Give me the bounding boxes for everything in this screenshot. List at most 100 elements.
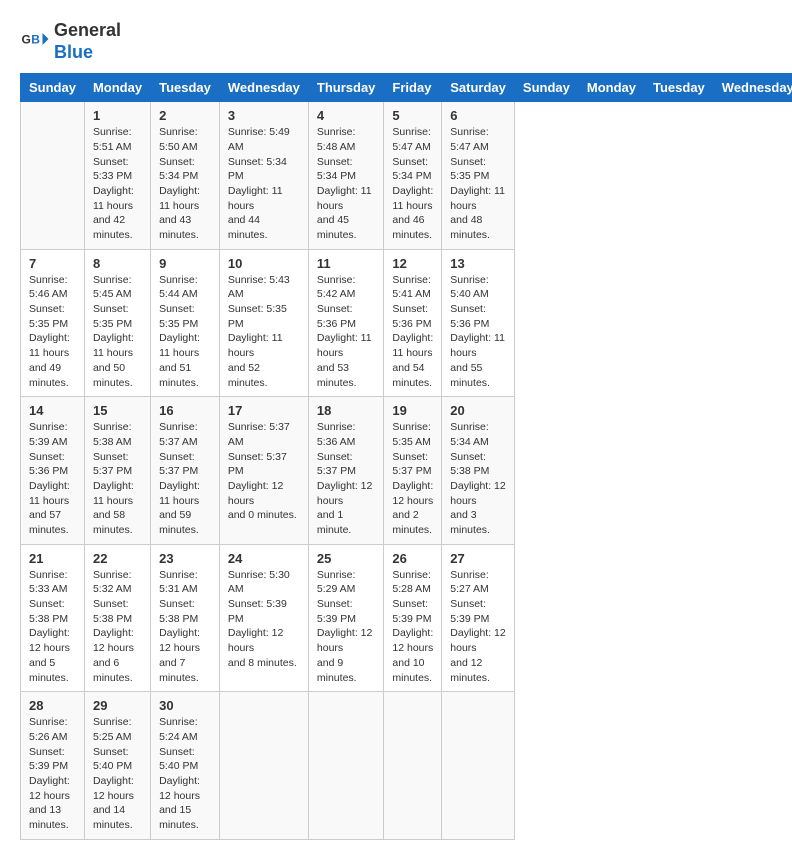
calendar-cell: 7 Sunrise: 5:46 AMSunset: 5:35 PMDaylight… bbox=[21, 249, 85, 397]
day-number: 30 bbox=[159, 698, 211, 713]
day-number: 27 bbox=[450, 551, 506, 566]
calendar-cell: 2 Sunrise: 5:50 AMSunset: 5:34 PMDaylight… bbox=[151, 102, 220, 250]
calendar-header-row: SundayMondayTuesdayWednesdayThursdayFrid… bbox=[21, 74, 792, 102]
logo-icon: G B bbox=[20, 27, 50, 57]
calendar-cell: 23 Sunrise: 5:31 AMSunset: 5:38 PMDayligh… bbox=[151, 544, 220, 692]
day-info: Sunrise: 5:37 AMSunset: 5:37 PMDaylight:… bbox=[228, 420, 300, 523]
header-thursday: Thursday bbox=[308, 74, 384, 102]
header-wednesday: Wednesday bbox=[219, 74, 308, 102]
day-number: 13 bbox=[450, 256, 506, 271]
calendar-week-row: 28 Sunrise: 5:26 AMSunset: 5:39 PMDayligh… bbox=[21, 692, 792, 840]
calendar-cell: 22Sunrise: 5:32 AMSunset: 5:38 PMDayligh… bbox=[84, 544, 150, 692]
calendar-cell: 19 Sunrise: 5:35 AMSunset: 5:37 PMDayligh… bbox=[384, 397, 442, 545]
day-info: Sunrise: 5:43 AMSunset: 5:35 PMDaylight:… bbox=[228, 273, 300, 391]
day-number: 28 bbox=[29, 698, 76, 713]
day-number: 16 bbox=[159, 403, 211, 418]
day-number: 3 bbox=[228, 108, 300, 123]
header-tuesday: Tuesday bbox=[151, 74, 220, 102]
day-number: 29 bbox=[93, 698, 142, 713]
header-saturday: Saturday bbox=[442, 74, 515, 102]
day-info: Sunrise: 5:26 AMSunset: 5:39 PMDaylight:… bbox=[29, 715, 76, 833]
calendar-cell bbox=[384, 692, 442, 840]
calendar-cell: 30 Sunrise: 5:24 AMSunset: 5:40 PMDayligh… bbox=[151, 692, 220, 840]
calendar-cell: 5 Sunrise: 5:47 AMSunset: 5:34 PMDaylight… bbox=[384, 102, 442, 250]
day-info: Sunrise: 5:49 AMSunset: 5:34 PMDaylight:… bbox=[228, 125, 300, 243]
svg-text:B: B bbox=[31, 32, 40, 46]
calendar-cell: 20 Sunrise: 5:34 AMSunset: 5:38 PMDayligh… bbox=[442, 397, 515, 545]
day-info: Sunrise: 5:27 AMSunset: 5:39 PMDaylight:… bbox=[450, 568, 506, 686]
calendar-cell: 12 Sunrise: 5:41 AMSunset: 5:36 PMDayligh… bbox=[384, 249, 442, 397]
col-header-monday: Monday bbox=[578, 74, 644, 102]
day-info: Sunrise: 5:35 AMSunset: 5:37 PMDaylight:… bbox=[392, 420, 433, 538]
calendar-cell bbox=[442, 692, 515, 840]
day-number: 5 bbox=[392, 108, 433, 123]
calendar-week-row: 14 Sunrise: 5:39 AMSunset: 5:36 PMDayligh… bbox=[21, 397, 792, 545]
day-info: Sunrise: 5:40 AMSunset: 5:36 PMDaylight:… bbox=[450, 273, 506, 391]
calendar-cell: 17 Sunrise: 5:37 AMSunset: 5:37 PMDayligh… bbox=[219, 397, 308, 545]
day-number: 17 bbox=[228, 403, 300, 418]
svg-text:G: G bbox=[22, 32, 31, 46]
day-number: 7 bbox=[29, 256, 76, 271]
day-info: Sunrise: 5:46 AMSunset: 5:35 PMDaylight:… bbox=[29, 273, 76, 391]
day-number: 12 bbox=[392, 256, 433, 271]
day-info: Sunrise: 5:31 AMSunset: 5:38 PMDaylight:… bbox=[159, 568, 211, 686]
calendar-cell: 8 Sunrise: 5:45 AMSunset: 5:35 PMDaylight… bbox=[84, 249, 150, 397]
calendar-cell: 27 Sunrise: 5:27 AMSunset: 5:39 PMDayligh… bbox=[442, 544, 515, 692]
day-info: Sunrise: 5:39 AMSunset: 5:36 PMDaylight:… bbox=[29, 420, 76, 538]
day-info: Sunrise: 5:48 AMSunset: 5:34 PMDaylight:… bbox=[317, 125, 376, 243]
calendar-cell bbox=[308, 692, 384, 840]
day-info: Sunrise: 5:29 AMSunset: 5:39 PMDaylight:… bbox=[317, 568, 376, 686]
calendar-week-row: 7 Sunrise: 5:46 AMSunset: 5:35 PMDaylight… bbox=[21, 249, 792, 397]
day-number: 4 bbox=[317, 108, 376, 123]
day-info: Sunrise: 5:30 AMSunset: 5:39 PMDaylight:… bbox=[228, 568, 300, 671]
day-info: Sunrise: 5:28 AMSunset: 5:39 PMDaylight:… bbox=[392, 568, 433, 686]
day-info: Sunrise: 5:44 AMSunset: 5:35 PMDaylight:… bbox=[159, 273, 211, 391]
calendar-cell: 10Sunrise: 5:43 AMSunset: 5:35 PMDayligh… bbox=[219, 249, 308, 397]
day-number: 26 bbox=[392, 551, 433, 566]
day-info: Sunrise: 5:41 AMSunset: 5:36 PMDaylight:… bbox=[392, 273, 433, 391]
logo: G B General Blue bbox=[20, 20, 121, 63]
day-number: 25 bbox=[317, 551, 376, 566]
day-info: Sunrise: 5:47 AMSunset: 5:34 PMDaylight:… bbox=[392, 125, 433, 243]
day-number: 2 bbox=[159, 108, 211, 123]
calendar-table: SundayMondayTuesdayWednesdayThursdayFrid… bbox=[20, 73, 792, 840]
day-number: 21 bbox=[29, 551, 76, 566]
day-info: Sunrise: 5:25 AMSunset: 5:40 PMDaylight:… bbox=[93, 715, 142, 833]
calendar-cell: 24 Sunrise: 5:30 AMSunset: 5:39 PMDayligh… bbox=[219, 544, 308, 692]
day-number: 14 bbox=[29, 403, 76, 418]
calendar-cell: 6Sunrise: 5:47 AMSunset: 5:35 PMDaylight… bbox=[442, 102, 515, 250]
day-number: 9 bbox=[159, 256, 211, 271]
day-info: Sunrise: 5:33 AMSunset: 5:38 PMDaylight:… bbox=[29, 568, 76, 686]
day-number: 1 bbox=[93, 108, 142, 123]
calendar-cell: 25 Sunrise: 5:29 AMSunset: 5:39 PMDayligh… bbox=[308, 544, 384, 692]
day-number: 24 bbox=[228, 551, 300, 566]
day-number: 15 bbox=[93, 403, 142, 418]
day-number: 19 bbox=[392, 403, 433, 418]
day-number: 20 bbox=[450, 403, 506, 418]
day-info: Sunrise: 5:24 AMSunset: 5:40 PMDaylight:… bbox=[159, 715, 211, 833]
day-info: Sunrise: 5:36 AMSunset: 5:37 PMDaylight:… bbox=[317, 420, 376, 538]
header-monday: Monday bbox=[84, 74, 150, 102]
day-number: 8 bbox=[93, 256, 142, 271]
day-number: 11 bbox=[317, 256, 376, 271]
day-info: Sunrise: 5:45 AMSunset: 5:35 PMDaylight:… bbox=[93, 273, 142, 391]
col-header-wednesday: Wednesday bbox=[713, 74, 792, 102]
calendar-week-row: 21 Sunrise: 5:33 AMSunset: 5:38 PMDayligh… bbox=[21, 544, 792, 692]
calendar-cell: 3 Sunrise: 5:49 AMSunset: 5:34 PMDaylight… bbox=[219, 102, 308, 250]
calendar-cell: 29 Sunrise: 5:25 AMSunset: 5:40 PMDayligh… bbox=[84, 692, 150, 840]
calendar-cell: 21 Sunrise: 5:33 AMSunset: 5:38 PMDayligh… bbox=[21, 544, 85, 692]
col-header-tuesday: Tuesday bbox=[645, 74, 714, 102]
calendar-cell bbox=[219, 692, 308, 840]
logo-text: General Blue bbox=[54, 20, 121, 63]
day-number: 18 bbox=[317, 403, 376, 418]
day-number: 6 bbox=[450, 108, 506, 123]
day-info: Sunrise: 5:38 AMSunset: 5:37 PMDaylight:… bbox=[93, 420, 142, 538]
day-number: 23 bbox=[159, 551, 211, 566]
calendar-cell: 13 Sunrise: 5:40 AMSunset: 5:36 PMDayligh… bbox=[442, 249, 515, 397]
day-info: Sunrise: 5:50 AMSunset: 5:34 PMDaylight:… bbox=[159, 125, 211, 243]
calendar-cell: 26 Sunrise: 5:28 AMSunset: 5:39 PMDayligh… bbox=[384, 544, 442, 692]
calendar-cell: 1Sunrise: 5:51 AMSunset: 5:33 PMDaylight… bbox=[84, 102, 150, 250]
calendar-cell: 11Sunrise: 5:42 AMSunset: 5:36 PMDayligh… bbox=[308, 249, 384, 397]
calendar-cell: 15 Sunrise: 5:38 AMSunset: 5:37 PMDayligh… bbox=[84, 397, 150, 545]
day-info: Sunrise: 5:34 AMSunset: 5:38 PMDaylight:… bbox=[450, 420, 506, 538]
